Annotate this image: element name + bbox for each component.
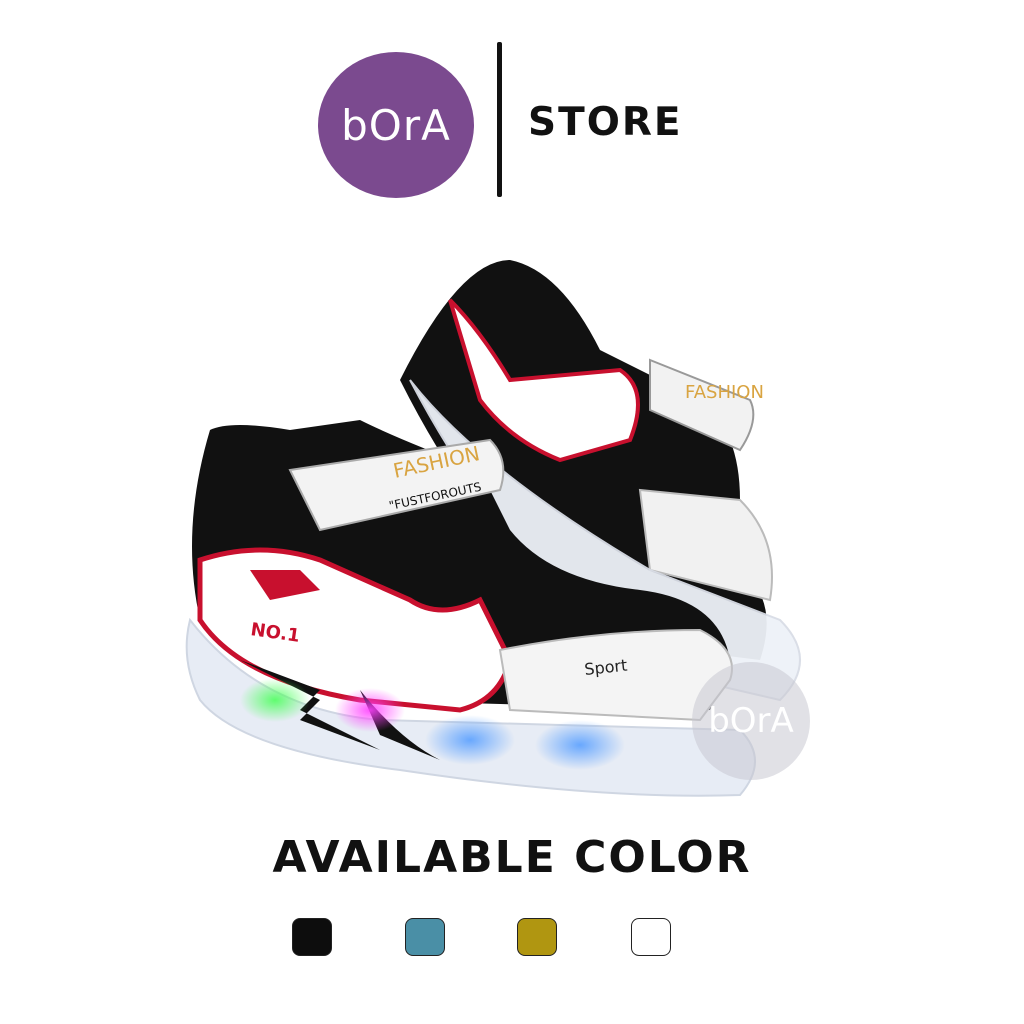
store-label: STORE	[528, 100, 683, 145]
brand-logo: bOrA	[318, 52, 474, 198]
swatch-teal[interactable]	[405, 918, 445, 956]
swatch-black[interactable]	[292, 918, 332, 956]
brand-logo-text: bOrA	[341, 100, 451, 150]
brand-watermark-text: bOrA	[708, 701, 794, 741]
available-color-heading: AVAILABLE COLOR	[272, 832, 752, 883]
swatch-white[interactable]	[631, 918, 671, 956]
back-fashion-text: FASHION	[685, 382, 764, 403]
swatch-olive[interactable]	[517, 918, 557, 956]
header-divider	[497, 42, 502, 197]
color-swatches	[0, 918, 1024, 962]
brand-watermark: bOrA	[692, 662, 810, 780]
